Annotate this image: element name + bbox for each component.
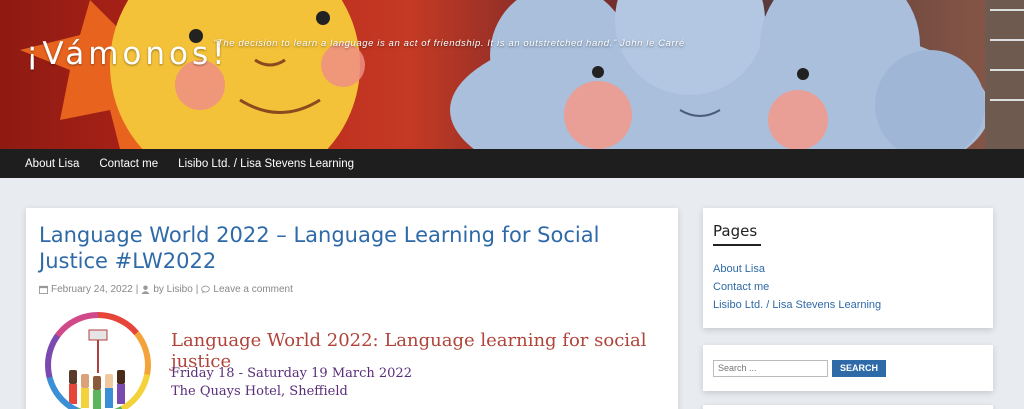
search-button[interactable]: SEARCH xyxy=(832,359,886,377)
page-link-about-lisa[interactable]: About Lisa xyxy=(713,260,983,278)
post-meta: February 24, 2022 | by Lisibo | Leave a … xyxy=(39,284,665,295)
nav-item-contact-me[interactable]: Contact me xyxy=(99,158,158,170)
nav-item-about-lisa[interactable]: About Lisa xyxy=(25,158,79,170)
raised-hands-icon xyxy=(69,329,125,409)
post-comments-link[interactable]: Leave a comment xyxy=(213,284,293,295)
page-link-lisibo[interactable]: Lisibo Ltd. / Lisa Stevens Learning xyxy=(713,296,983,314)
page-link-contact-me[interactable]: Contact me xyxy=(713,278,983,296)
search-input[interactable] xyxy=(713,359,828,377)
post-card: Language World 2022 – Language Learning … xyxy=(26,208,678,409)
post-author[interactable]: by Lisibo xyxy=(153,284,192,295)
post-title[interactable]: Language World 2022 – Language Learning … xyxy=(39,222,665,274)
calendar-icon xyxy=(39,285,48,294)
widget-title: Pages xyxy=(713,222,758,240)
user-icon xyxy=(141,285,150,294)
image-venue: The Quays Hotel, Sheffield xyxy=(171,384,348,399)
event-logo xyxy=(45,312,151,409)
banner-image xyxy=(20,0,1024,149)
title-underline xyxy=(713,244,761,246)
nav-item-lisibo[interactable]: Lisibo Ltd. / Lisa Stevens Learning xyxy=(178,158,354,170)
meta-separator: | xyxy=(195,284,199,295)
header-banner: ¡Vámonos! "The decision to learn a langu… xyxy=(0,0,1024,149)
site-tagline: "The decision to learn a language is an … xyxy=(213,38,685,49)
pages-widget: Pages About Lisa Contact me Lisibo Ltd. … xyxy=(703,208,993,328)
image-dates: Friday 18 - Saturday 19 March 2022 xyxy=(171,366,412,381)
featured-image[interactable]: Language World 2022: Language learning f… xyxy=(45,312,665,409)
meta-separator: | xyxy=(135,284,139,295)
main-navigation: About Lisa Contact me Lisibo Ltd. / Lisa… xyxy=(0,149,1024,178)
search-widget: SEARCH xyxy=(703,345,993,391)
pages-list: About Lisa Contact me Lisibo Ltd. / Lisa… xyxy=(713,260,983,314)
sidebar-widget-partial xyxy=(703,405,993,409)
comment-icon xyxy=(201,285,211,294)
site-title[interactable]: ¡Vámonos! xyxy=(26,36,229,72)
post-date[interactable]: February 24, 2022 xyxy=(51,284,133,295)
